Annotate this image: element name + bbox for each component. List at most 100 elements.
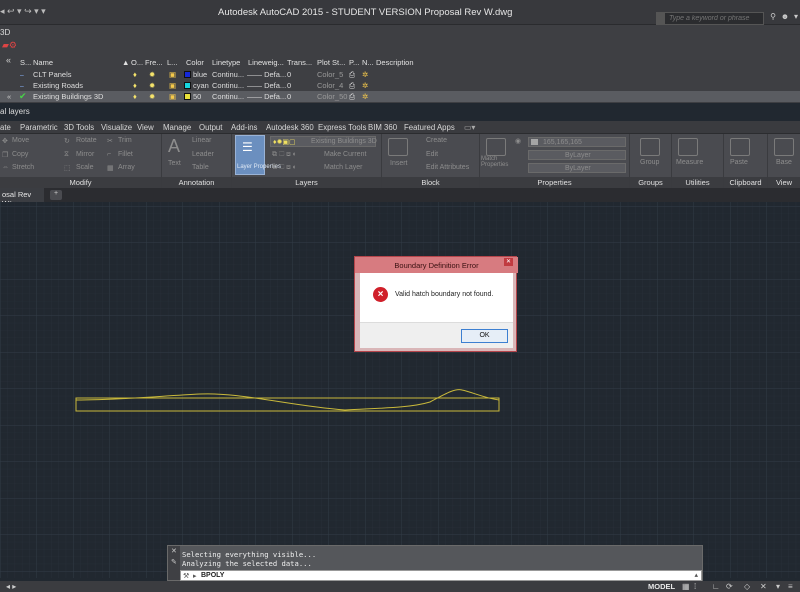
edit-block-button[interactable]: Edit bbox=[426, 151, 438, 158]
table-button[interactable]: Table bbox=[192, 164, 209, 171]
utilities-panel-label[interactable]: Utilities bbox=[672, 177, 723, 188]
annotation-panel-label[interactable]: Annotation bbox=[162, 177, 231, 188]
col-plotstyle[interactable]: Plot St... bbox=[317, 58, 345, 67]
insert-block-icon[interactable] bbox=[388, 138, 408, 156]
workspace-icon[interactable]: ▾ bbox=[776, 582, 780, 591]
view-panel-label[interactable]: View bbox=[768, 177, 800, 188]
scale-button[interactable]: Scale bbox=[76, 164, 94, 171]
linetype[interactable]: Continu... bbox=[212, 70, 244, 79]
paste-icon[interactable] bbox=[730, 138, 750, 156]
col-description[interactable]: Description bbox=[376, 58, 414, 67]
array-icon[interactable]: ▦ bbox=[107, 164, 114, 172]
transparency[interactable]: 0 bbox=[287, 70, 291, 79]
layer-name[interactable]: Existing Buildings 3D bbox=[33, 92, 103, 101]
command-input[interactable]: ⚒ ▸ BPOLY ▴ bbox=[180, 570, 702, 581]
search-input[interactable] bbox=[664, 12, 764, 25]
text-icon[interactable]: A bbox=[168, 136, 180, 157]
polar-icon[interactable]: ⟳ bbox=[726, 582, 733, 591]
mirror-button[interactable]: Mirror bbox=[76, 151, 94, 158]
properties-panel-label[interactable]: Properties bbox=[480, 177, 629, 188]
model-space-button[interactable]: MODEL bbox=[648, 582, 675, 591]
transparency[interactable]: 0 bbox=[287, 81, 291, 90]
close-icon[interactable]: ✕ bbox=[504, 258, 513, 266]
annotation-scale-icon[interactable]: ✕ bbox=[760, 582, 767, 591]
printer-icon[interactable]: ⎙ bbox=[349, 81, 355, 91]
printer-icon[interactable]: ⎙ bbox=[349, 92, 355, 102]
measure-button[interactable]: Measure bbox=[676, 159, 703, 166]
tab-output[interactable]: Output bbox=[199, 123, 222, 132]
layer-tools-icons-2[interactable]: ⧉ ⬚ ⧈ ◐ bbox=[272, 164, 297, 172]
col-linetype[interactable]: Linetype bbox=[212, 58, 240, 67]
lineweight[interactable]: —— Defa... bbox=[247, 70, 286, 79]
transparency[interactable]: 0 bbox=[287, 92, 291, 101]
copy-button[interactable]: Copy bbox=[12, 151, 28, 158]
close-icon[interactable]: ✕ bbox=[171, 547, 177, 555]
col-newvp[interactable]: N... bbox=[362, 58, 374, 67]
linetype[interactable]: Continu... bbox=[212, 81, 244, 90]
tab-add-ins[interactable]: Add-ins bbox=[231, 123, 257, 132]
col-status[interactable]: S... bbox=[20, 58, 31, 67]
chevron-up-icon[interactable]: ▴ bbox=[694, 571, 698, 579]
layer-row-current[interactable]: « ✔ Existing Buildings 3D ♦ ✹ ▣ 50 Conti… bbox=[0, 91, 800, 102]
new-tab-button[interactable]: + bbox=[50, 190, 62, 200]
leader-button[interactable]: Leader bbox=[192, 151, 214, 158]
insert-button[interactable]: Insert bbox=[390, 160, 408, 167]
binoculars-icon[interactable]: ⚲ bbox=[768, 12, 778, 24]
quick-access-toolbar[interactable]: ◂ ↩ ▾ ↪ ▾ ▾ bbox=[0, 6, 46, 17]
sun-icon[interactable]: ✹ bbox=[149, 81, 155, 90]
block-panel-label[interactable]: Block bbox=[382, 177, 479, 188]
account-menu-icon[interactable]: ▾ bbox=[791, 12, 800, 24]
lineweight[interactable]: —— Defa... bbox=[247, 92, 286, 101]
tab-featured-apps[interactable]: Featured Apps bbox=[404, 123, 455, 132]
base-button[interactable]: Base bbox=[776, 159, 792, 166]
tab-parametric[interactable]: Parametric bbox=[20, 123, 58, 132]
col-on[interactable]: O... bbox=[131, 58, 143, 67]
col-lock[interactable]: L... bbox=[167, 58, 177, 67]
col-color[interactable]: Color bbox=[186, 58, 204, 67]
mirror-icon[interactable]: ⧖ bbox=[64, 151, 69, 159]
lock-icon[interactable]: ▣ bbox=[169, 70, 176, 79]
new-vp-freeze-icon[interactable]: ✲ bbox=[362, 92, 368, 101]
grid-icon[interactable]: ▦ bbox=[682, 582, 690, 591]
layer-row[interactable]: ⎯ CLT Panels ♦ ✹ ▣ blue Continu... —— De… bbox=[0, 69, 800, 80]
clipboard-panel-label[interactable]: Clipboard bbox=[724, 177, 767, 188]
tab-view[interactable]: View bbox=[137, 123, 154, 132]
customize-icon[interactable]: ✎ bbox=[171, 558, 177, 566]
ribbon-options-icon[interactable]: ▭▾ bbox=[464, 123, 475, 132]
stretch-button[interactable]: Stretch bbox=[12, 164, 34, 171]
user-icon[interactable]: ☻ bbox=[780, 12, 790, 24]
ortho-icon[interactable]: ∟ bbox=[712, 582, 720, 591]
col-lineweight[interactable]: Lineweig... bbox=[248, 58, 284, 67]
layer-dropdown[interactable]: ♦✹▣▢ Existing Buildings 3D bbox=[270, 136, 377, 147]
col-plot[interactable]: P... bbox=[349, 58, 359, 67]
layer-name[interactable]: CLT Panels bbox=[33, 70, 72, 79]
tab-express-tools[interactable]: Express Tools bbox=[318, 123, 366, 132]
match-layer-button[interactable]: Match Layer bbox=[324, 164, 363, 171]
create-block-button[interactable]: Create bbox=[426, 137, 447, 144]
group-icon[interactable] bbox=[640, 138, 660, 156]
layer-properties-button[interactable]: ☰ Layer Properties bbox=[235, 135, 281, 175]
tab-bim-360[interactable]: BIM 360 bbox=[368, 123, 397, 132]
color-dropdown[interactable]: 165,165,165 bbox=[528, 137, 626, 147]
move-icon[interactable]: ✥ bbox=[2, 137, 8, 145]
fillet-button[interactable]: Fillet bbox=[118, 151, 133, 158]
recent-commands-icon[interactable]: ▸ bbox=[193, 572, 197, 580]
tab-autodesk-360[interactable]: Autodesk 360 bbox=[266, 123, 314, 132]
expand-icon[interactable]: « bbox=[7, 92, 11, 101]
printer-icon[interactable]: ⎙ bbox=[349, 70, 355, 80]
sun-icon[interactable]: ✹ bbox=[149, 92, 155, 101]
layer-color[interactable]: blue bbox=[184, 70, 207, 79]
lightbulb-icon[interactable]: ♦ bbox=[133, 70, 137, 79]
modify-panel-label[interactable]: Modify bbox=[0, 177, 161, 188]
base-view-icon[interactable] bbox=[774, 138, 794, 156]
linetype[interactable]: Continu... bbox=[212, 92, 244, 101]
tab-manage[interactable]: Manage bbox=[163, 123, 191, 132]
wrench-icon[interactable]: ⚒ bbox=[183, 572, 189, 580]
lineweight[interactable]: —— Defa... bbox=[247, 81, 286, 90]
col-transparency[interactable]: Trans... bbox=[287, 58, 312, 67]
ok-button[interactable]: OK bbox=[461, 329, 508, 343]
layer-color[interactable]: 50 bbox=[184, 92, 201, 101]
groups-panel-label[interactable]: Groups bbox=[630, 177, 671, 188]
sun-icon[interactable]: ✹ bbox=[149, 70, 155, 79]
search-expand-icon[interactable] bbox=[656, 12, 664, 25]
